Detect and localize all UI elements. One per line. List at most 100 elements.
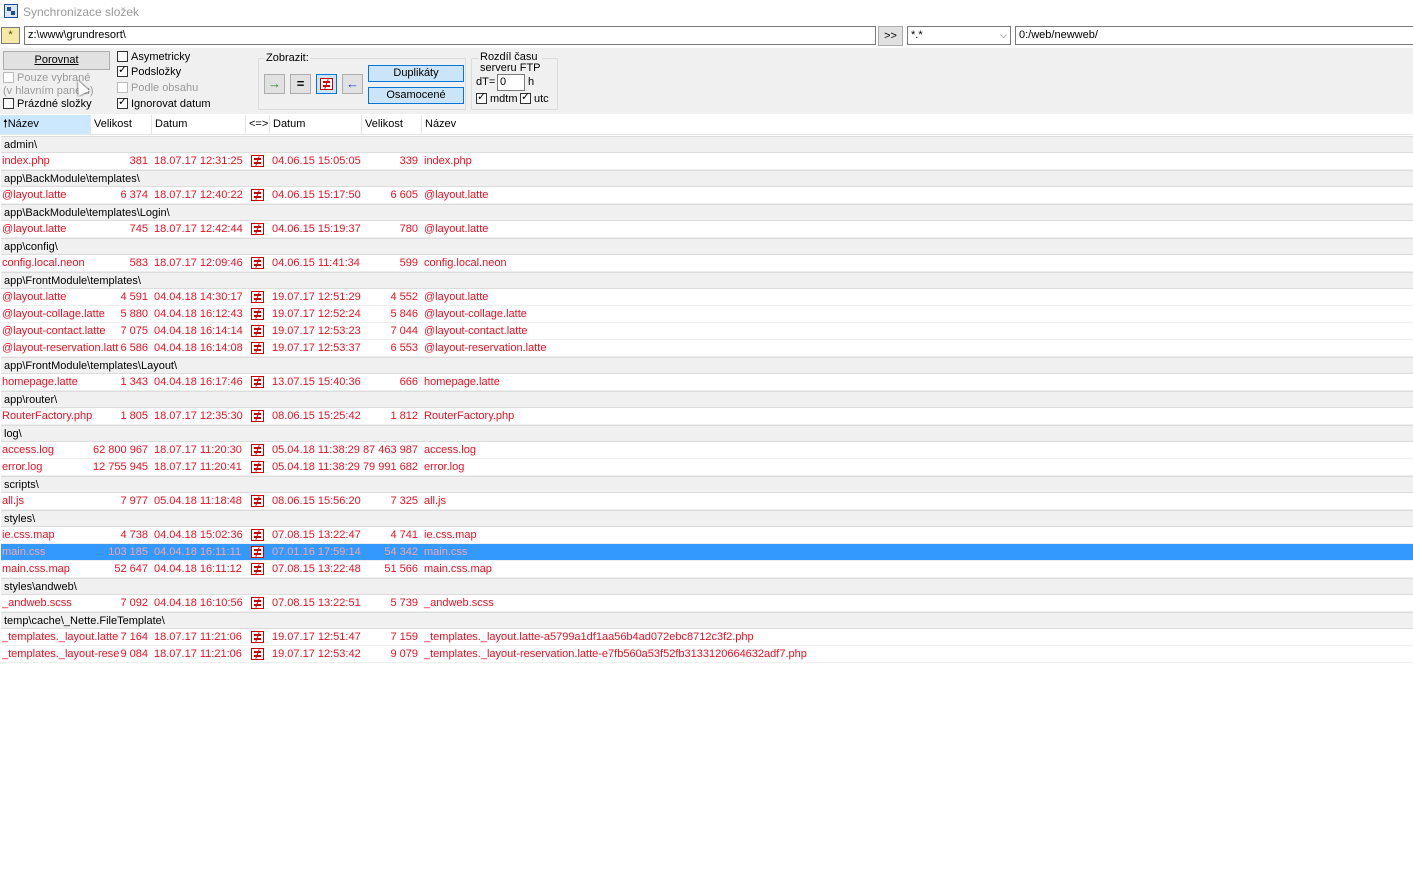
direction-cell[interactable] — [251, 374, 266, 392]
direction-cell[interactable] — [251, 493, 266, 511]
folder-group-row[interactable]: scripts\ — [1, 476, 1413, 493]
right-date-cell: 19.07.17 12:53:23 — [272, 325, 361, 337]
subfolders-checkbox[interactable]: Podsložky — [117, 64, 181, 80]
show-equal-button[interactable]: = — [290, 74, 311, 94]
not-equal-icon — [251, 189, 264, 201]
folder-group-row[interactable]: app\router\ — [1, 391, 1413, 408]
file-row[interactable]: ie.css.map 4 738 04.04.18 15:02:36 07.08.15… — [1, 527, 1413, 544]
left-size-cell: 6 374 — [120, 189, 148, 201]
compare-label: Porovnat — [34, 54, 79, 66]
folder-group-row[interactable]: styles\andweb\ — [1, 578, 1413, 595]
folder-group-row[interactable]: temp\cache\_Nette.FileTemplate\ — [1, 612, 1413, 629]
file-row[interactable]: _templates._layout-reservation.latte-e7f… — [1, 646, 1413, 663]
sync-folders-icon — [4, 4, 18, 18]
compare-button[interactable]: Porovnat — [3, 51, 110, 70]
folder-group-row[interactable]: app\config\ — [1, 238, 1413, 255]
direction-cell[interactable] — [251, 527, 266, 545]
right-name-cell: @layout.latte — [424, 189, 489, 201]
direction-cell[interactable] — [251, 306, 266, 324]
orphans-button[interactable]: Osamocené — [368, 87, 464, 104]
right-name-cell: _andweb.scss — [424, 597, 494, 609]
right-path-input[interactable]: 0:/web/newweb/ — [1015, 26, 1413, 45]
asymmetric-checkbox[interactable]: Asymetricky — [117, 51, 190, 65]
empty-folders-checkbox[interactable]: Prázdné složky — [3, 98, 92, 112]
file-row[interactable]: _andweb.scss 7 092 04.04.18 16:10:56 07.08.… — [1, 595, 1413, 612]
right-name-cell: all.js — [424, 495, 447, 507]
file-row[interactable]: error.log 12 755 945 18.07.17 11:20:41 05.0… — [1, 459, 1413, 476]
file-row[interactable]: main.css.map 52 647 04.04.18 16:11:12 07.08… — [1, 561, 1413, 578]
folder-group-row[interactable]: app\BackModule\templates\Login\ — [1, 204, 1413, 221]
file-row[interactable]: @layout-collage.latte 5 880 04.04.18 16:12… — [1, 306, 1413, 323]
direction-cell[interactable] — [251, 646, 266, 664]
header-op[interactable]: <=> — [246, 115, 270, 134]
duplicates-button[interactable]: Duplikáty — [368, 65, 464, 82]
direction-cell[interactable] — [251, 221, 266, 239]
file-row[interactable]: homepage.latte 1 343 04.04.18 16:17:46 13.0… — [1, 374, 1413, 391]
by-content-checkbox[interactable]: Podle obsahu — [117, 82, 198, 96]
file-row[interactable]: @layout.latte 745 18.07.17 12:42:44 04.06.1… — [1, 221, 1413, 238]
left-date-cell: 04.04.18 15:02:36 — [154, 529, 243, 541]
left-size-cell: 6 586 — [120, 342, 148, 354]
right-date-cell: 07.08.15 13:22:51 — [272, 597, 361, 609]
folder-group-row[interactable]: app\FrontModule\templates\Layout\ — [1, 357, 1413, 374]
dt-input[interactable]: 0 — [497, 74, 525, 91]
header-left-size[interactable]: Velikost — [91, 115, 152, 134]
left-size-cell: 12 755 945 — [93, 461, 148, 473]
direction-cell[interactable] — [251, 187, 266, 205]
direction-cell[interactable] — [251, 442, 266, 460]
file-row[interactable]: index.php 381 18.07.17 12:31:25 04.06.15 15… — [1, 153, 1413, 170]
direction-cell[interactable] — [251, 408, 266, 426]
file-row[interactable]: @layout.latte 6 374 18.07.17 12:40:22 04.06… — [1, 187, 1413, 204]
file-row[interactable]: @layout-reservation.latte 6 586 04.04.18 1… — [1, 340, 1413, 357]
header-left-date[interactable]: Datum — [152, 115, 246, 134]
file-row[interactable]: main.css 103 185 04.04.18 16:11:11 07.01.16… — [1, 544, 1413, 561]
folder-group-row[interactable]: log\ — [1, 425, 1413, 442]
right-date-cell: 08.06.15 15:25:42 — [272, 410, 361, 422]
folder-group-row[interactable]: styles\ — [1, 510, 1413, 527]
header-right-date[interactable]: Datum — [270, 115, 362, 134]
direction-cell[interactable] — [251, 544, 266, 562]
direction-cell[interactable] — [251, 340, 266, 358]
not-equal-icon — [251, 342, 264, 354]
file-row[interactable]: access.log 62 800 967 18.07.17 11:20:30 05.… — [1, 442, 1413, 459]
direction-cell[interactable] — [251, 629, 266, 647]
folder-group-row[interactable]: app\BackModule\templates\ — [1, 170, 1413, 187]
filter-select[interactable]: *.* ⌵ — [907, 26, 1011, 45]
direction-cell[interactable] — [251, 561, 266, 579]
not-equal-icon — [251, 291, 264, 303]
show-left-newer-button[interactable]: → — [264, 74, 285, 94]
checkbox-box — [520, 91, 531, 104]
file-row[interactable]: RouterFactory.php 1 805 18.07.17 12:35:30 0… — [1, 408, 1413, 425]
not-equal-icon — [251, 631, 264, 643]
header-right-size[interactable]: Velikost — [362, 115, 422, 134]
checkbox-box — [3, 72, 14, 83]
file-row[interactable]: @layout-contact.latte 7 075 04.04.18 16:14… — [1, 323, 1413, 340]
right-name-cell: config.local.neon — [424, 257, 507, 269]
header-right-name[interactable]: Název — [422, 115, 1413, 134]
direction-cell[interactable] — [251, 255, 266, 273]
direction-cell[interactable] — [251, 595, 266, 613]
folder-group-row[interactable]: app\FrontModule\templates\ — [1, 272, 1413, 289]
file-row[interactable]: all.js 7 977 05.04.18 11:18:48 08.06.15 15:… — [1, 493, 1413, 510]
path-row: * z:\www\grundresort\ >> *.* ⌵ 0:/web/ne… — [0, 25, 1413, 47]
file-row[interactable]: @layout.latte 4 591 04.04.18 14:30:17 19.07… — [1, 289, 1413, 306]
direction-cell[interactable] — [251, 323, 266, 341]
title-bar: Synchronizace složek — [0, 0, 1413, 24]
star-button[interactable]: * — [1, 27, 20, 44]
folder-group-row[interactable]: admin\ — [1, 136, 1413, 153]
direction-cell[interactable] — [251, 289, 266, 307]
not-equal-icon — [251, 444, 264, 456]
header-left-name[interactable]: 🠕Název — [0, 115, 91, 134]
go-button[interactable]: >> — [878, 26, 903, 46]
direction-cell[interactable] — [251, 459, 266, 477]
show-right-newer-button[interactable]: ← — [342, 74, 363, 94]
ignore-date-checkbox[interactable]: Ignorovat datum — [117, 96, 211, 112]
file-row[interactable]: _templates._layout.latte-a5799a1df1aa56b… — [1, 629, 1413, 646]
show-different-button[interactable] — [316, 74, 337, 94]
utc-checkbox[interactable]: utc — [520, 91, 549, 107]
left-path-input[interactable]: z:\www\grundresort\ — [24, 26, 876, 45]
file-row[interactable]: config.local.neon 583 18.07.17 12:09:46 04.… — [1, 255, 1413, 272]
mdtm-checkbox[interactable]: mdtm — [476, 91, 518, 107]
right-size-cell: 87 463 987 — [362, 444, 418, 456]
direction-cell[interactable] — [251, 153, 266, 171]
